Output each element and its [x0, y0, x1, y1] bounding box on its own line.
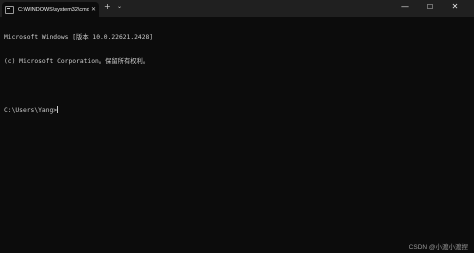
tab-cmd[interactable]: C:\WINDOWS\system32\cmd. ✕ — [2, 2, 99, 17]
maximize-button[interactable]: ☐ — [421, 1, 439, 13]
text-cursor — [57, 106, 59, 113]
terminal-line: Microsoft Windows [版本 10.0.22621.2428] — [4, 34, 154, 41]
close-button[interactable]: ✕ — [446, 1, 464, 13]
tab-title: C:\WINDOWS\system32\cmd. — [18, 6, 89, 13]
chevron-down-icon[interactable]: ⌄ — [117, 4, 122, 10]
new-tab-button[interactable]: + — [104, 3, 111, 11]
title-bar: C:\WINDOWS\system32\cmd. ✕ + ⌄ — ☐ ✕ — [0, 0, 474, 17]
minimize-button[interactable]: — — [396, 1, 414, 13]
terminal-line: (c) Microsoft Corporation。保留所有权利。 — [4, 58, 150, 65]
terminal-window: C:\WINDOWS\system32\cmd. ✕ + ⌄ — ☐ ✕ Mic… — [0, 0, 474, 253]
terminal-output[interactable]: Microsoft Windows [版本 10.0.22621.2428] (… — [4, 18, 464, 130]
scrollbar[interactable] — [470, 18, 473, 253]
tab-close-icon[interactable]: ✕ — [91, 6, 96, 13]
watermark: CSDN @小渡小渡捏 — [408, 244, 468, 251]
prompt-text: C:\Users\Yang> — [4, 107, 58, 114]
prompt-line[interactable]: C:\Users\Yang> — [4, 106, 464, 114]
terminal-icon — [5, 5, 14, 14]
